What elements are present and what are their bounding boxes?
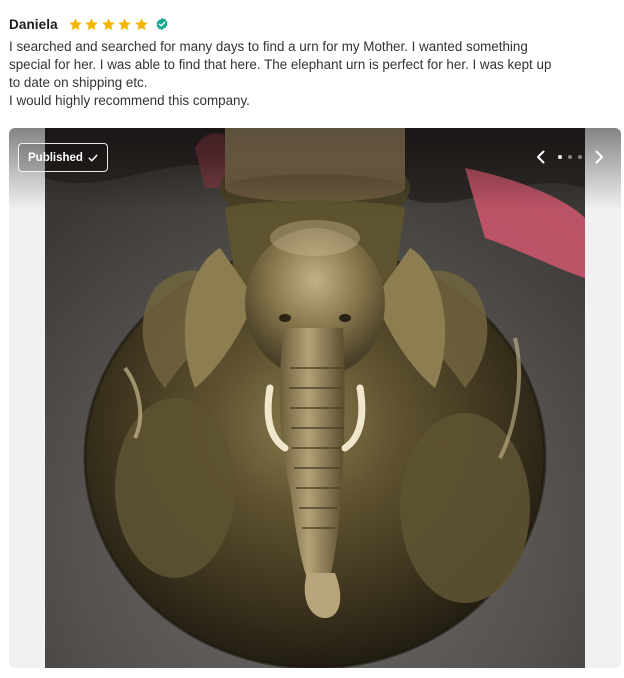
chevron-right-icon[interactable] (591, 149, 607, 165)
carousel-dot-active[interactable] (558, 155, 562, 159)
review-photo[interactable] (45, 128, 585, 668)
carousel-dot[interactable] (568, 155, 572, 159)
star-icon (85, 17, 98, 30)
chevron-left-icon[interactable] (533, 149, 549, 165)
star-icon (118, 17, 131, 30)
carousel-dot[interactable] (578, 155, 582, 159)
reviewer-name: Daniela (9, 16, 58, 32)
review-text-line: special for her. I was able to find that… (9, 57, 552, 72)
published-label: Published (28, 151, 83, 164)
review-text-line: to date on shipping etc. (9, 75, 148, 90)
review-text-line: I would highly recommend this company. (9, 93, 250, 108)
star-rating (68, 17, 151, 32)
published-badge[interactable]: Published (18, 143, 108, 172)
review-body: I searched and searched for many days to… (9, 38, 621, 110)
check-icon (88, 154, 98, 161)
star-icon (68, 17, 82, 30)
star-icon (101, 17, 115, 30)
review-header: Daniela (9, 14, 169, 34)
carousel-dots (555, 155, 585, 159)
media-carousel[interactable]: Published (9, 128, 621, 668)
elephant-urn-photo (45, 128, 585, 668)
carousel-nav (533, 149, 607, 165)
review-text-line: I searched and searched for many days to… (9, 39, 528, 54)
verified-badge-icon (156, 17, 168, 31)
star-icon (134, 17, 148, 30)
